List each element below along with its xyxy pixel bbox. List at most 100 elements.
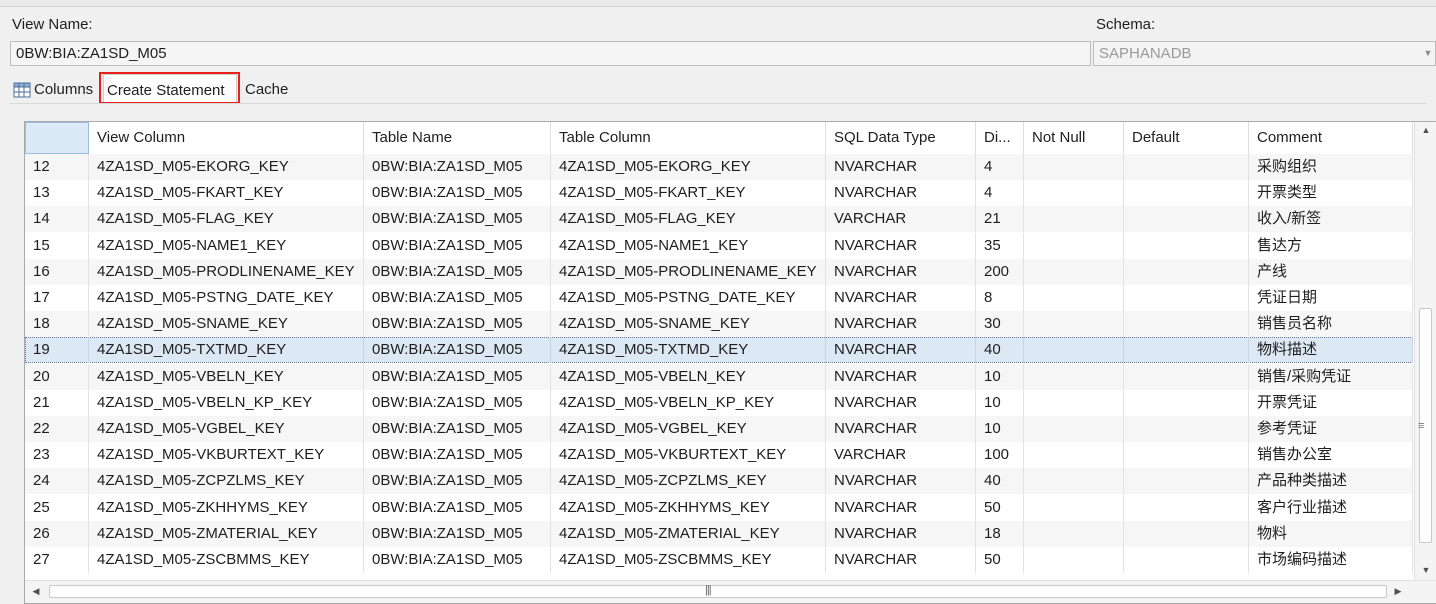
cell-view-column: 4ZA1SD_M05-PSTNG_DATE_KEY [89,285,364,311]
table-row[interactable]: 16 4ZA1SD_M05-PRODLINENAME_KEY 0BW:BIA:ZA1… [25,258,1413,285]
cell-sql-data-type: NVARCHAR [826,337,976,364]
table-row[interactable]: 27 4ZA1SD_M05-ZSCBMMS_KEY 0BW:BIA:ZA1SD_M0… [25,547,1413,573]
table-row[interactable]: 12 4ZA1SD_M05-EKORG_KEY 0BW:BIA:ZA1SD_M05 4… [25,154,1413,180]
cell-not-null [1024,416,1124,442]
cell-table-column: 4ZA1SD_M05-NAME1_KEY [551,232,826,259]
cell-sql-data-type: NVARCHAR [826,154,976,180]
cell-table-name: 0BW:BIA:ZA1SD_M05 [364,232,551,259]
table-row[interactable]: 26 4ZA1SD_M05-ZMATERIAL_KEY 0BW:BIA:ZA1SD_… [25,520,1413,547]
chevron-down-icon[interactable]: ▼ [1421,42,1435,65]
cell-table-name: 0BW:BIA:ZA1SD_M05 [364,520,551,547]
cell-default [1124,520,1249,547]
table-row[interactable]: 15 4ZA1SD_M05-NAME1_KEY 0BW:BIA:ZA1SD_M05 4… [25,232,1413,259]
columns-table[interactable]: View Column Table Name Table Column SQL Dat… [24,121,1436,604]
cell-row-number: 19 [25,337,89,364]
column-header-default[interactable]: Default [1124,122,1249,154]
cell-sql-data-type: NVARCHAR [826,520,976,547]
cell-dimension: 50 [976,547,1024,573]
cell-not-null [1024,258,1124,285]
cell-default [1124,180,1249,207]
column-header-table-name[interactable]: Table Name [364,122,551,154]
cell-sql-data-type: VARCHAR [826,206,976,233]
cell-not-null [1024,232,1124,259]
cell-dimension: 21 [976,206,1024,233]
cell-sql-data-type: NVARCHAR [826,416,976,442]
cell-view-column: 4ZA1SD_M05-ZCPZLMS_KEY [89,468,364,495]
cell-table-name: 0BW:BIA:ZA1SD_M05 [364,285,551,311]
cell-sql-data-type: NVARCHAR [826,285,976,311]
cell-view-column: 4ZA1SD_M05-VBELN_KP_KEY [89,389,364,416]
column-header-not-null[interactable]: Not Null [1024,122,1124,154]
tab-divider [10,103,1426,104]
cell-view-column: 4ZA1SD_M05-VGBEL_KEY [89,416,364,442]
cell-row-number: 26 [25,520,89,547]
table-row[interactable]: 14 4ZA1SD_M05-FLAG_KEY 0BW:BIA:ZA1SD_M05 4Z… [25,206,1413,233]
table-row[interactable]: 19 4ZA1SD_M05-TXTMD_KEY 0BW:BIA:ZA1SD_M05 4… [25,337,1413,364]
view-name-field[interactable]: 0BW:BIA:ZA1SD_M05 [10,41,1091,66]
cell-table-column: 4ZA1SD_M05-SNAME_KEY [551,311,826,338]
cell-table-name: 0BW:BIA:ZA1SD_M05 [364,389,551,416]
scroll-down-icon[interactable]: ▼ [1415,565,1436,575]
cell-table-name: 0BW:BIA:ZA1SD_M05 [364,311,551,338]
cell-not-null [1024,520,1124,547]
table-row[interactable]: 20 4ZA1SD_M05-VBELN_KEY 0BW:BIA:ZA1SD_M05 4… [25,363,1413,390]
cell-table-name: 0BW:BIA:ZA1SD_M05 [364,258,551,285]
cell-comment: 物料 [1249,520,1413,547]
cell-dimension: 10 [976,416,1024,442]
table-row[interactable]: 24 4ZA1SD_M05-ZCPZLMS_KEY 0BW:BIA:ZA1SD_M0… [25,468,1413,495]
scroll-up-icon[interactable]: ▲ [1415,125,1436,135]
cell-sql-data-type: VARCHAR [826,442,976,469]
cell-table-name: 0BW:BIA:ZA1SD_M05 [364,442,551,469]
scroll-right-icon[interactable]: ▶ [1387,586,1409,597]
column-header-view-column[interactable]: View Column [89,122,364,154]
table-row[interactable]: 25 4ZA1SD_M05-ZKHHYMS_KEY 0BW:BIA:ZA1SD_M0… [25,494,1413,521]
table-icon [13,82,31,98]
cell-row-number: 18 [25,311,89,338]
cell-dimension: 35 [976,232,1024,259]
schema-combo[interactable]: SAPHANADB ▼ [1093,41,1436,66]
cell-comment: 物料描述 [1249,337,1413,364]
cell-table-column: 4ZA1SD_M05-ZSCBMMS_KEY [551,547,826,573]
cell-table-column: 4ZA1SD_M05-FLAG_KEY [551,206,826,233]
tab-columns[interactable]: Columns [10,74,102,104]
cell-row-number: 20 [25,363,89,390]
cell-comment: 采购组织 [1249,154,1413,180]
cell-default [1124,311,1249,338]
cell-sql-data-type: NVARCHAR [826,468,976,495]
cell-view-column: 4ZA1SD_M05-SNAME_KEY [89,311,364,338]
table-row[interactable]: 13 4ZA1SD_M05-FKART_KEY 0BW:BIA:ZA1SD_M05 4… [25,180,1413,207]
table-row[interactable]: 23 4ZA1SD_M05-VKBURTEXT_KEY 0BW:BIA:ZA1SD_… [25,442,1413,469]
cell-comment: 销售员名称 [1249,311,1413,338]
cell-table-name: 0BW:BIA:ZA1SD_M05 [364,206,551,233]
column-header-sql-data-type[interactable]: SQL Data Type [826,122,976,154]
vertical-scrollbar[interactable]: ▲ ≡ ▼ [1414,122,1436,580]
cell-table-column: 4ZA1SD_M05-VBELN_KP_KEY [551,389,826,416]
cell-not-null [1024,468,1124,495]
horizontal-scrollbar[interactable]: ◀ ||| ▶ [25,580,1436,603]
column-header-row-number[interactable] [25,122,89,154]
cell-comment: 销售办公室 [1249,442,1413,469]
table-row[interactable]: 22 4ZA1SD_M05-VGBEL_KEY 0BW:BIA:ZA1SD_M05 4… [25,416,1413,442]
tab-cache-label: Cache [245,81,289,98]
table-header: View Column Table Name Table Column SQL Dat… [25,122,1413,155]
cell-view-column: 4ZA1SD_M05-VKBURTEXT_KEY [89,442,364,469]
table-row[interactable]: 21 4ZA1SD_M05-VBELN_KP_KEY 0BW:BIA:ZA1SD_M… [25,389,1413,416]
cell-comment: 开票类型 [1249,180,1413,207]
cell-dimension: 4 [976,154,1024,180]
cell-table-name: 0BW:BIA:ZA1SD_M05 [364,468,551,495]
horizontal-scroll-thumb[interactable] [49,585,1387,598]
cell-table-name: 0BW:BIA:ZA1SD_M05 [364,337,551,364]
column-header-table-column[interactable]: Table Column [551,122,826,154]
column-header-comment[interactable]: Comment [1249,122,1413,154]
table-row[interactable]: 18 4ZA1SD_M05-SNAME_KEY 0BW:BIA:ZA1SD_M05 4… [25,311,1413,338]
cell-row-number: 22 [25,416,89,442]
scroll-left-icon[interactable]: ◀ [25,586,47,597]
cell-table-column: 4ZA1SD_M05-TXTMD_KEY [551,337,826,364]
column-header-dimension[interactable]: Di... [976,122,1024,154]
table-row[interactable]: 17 4ZA1SD_M05-PSTNG_DATE_KEY 0BW:BIA:ZA1SD… [25,285,1413,311]
tab-cache[interactable]: Cache [242,74,302,104]
hscroll-grip-icon: ||| [705,584,712,596]
cell-sql-data-type: NVARCHAR [826,494,976,521]
cell-view-column: 4ZA1SD_M05-PRODLINENAME_KEY [89,258,364,285]
cell-row-number: 13 [25,180,89,207]
